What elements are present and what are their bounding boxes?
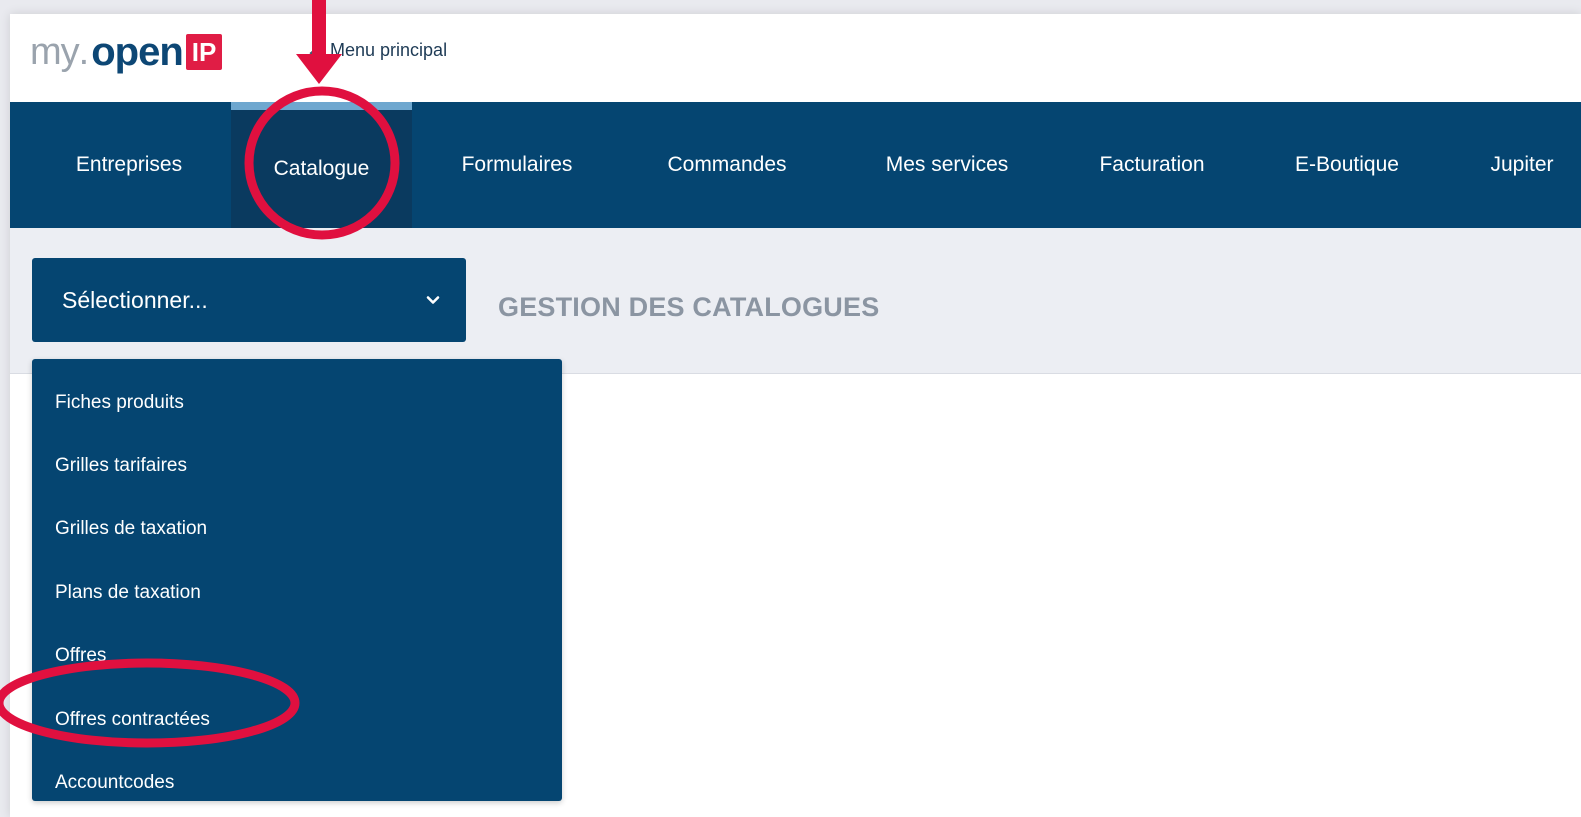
nav-tab-jupiter[interactable]: Jupiter [1452,102,1581,228]
nav-tab-commandes[interactable]: Commandes [622,102,832,228]
menu-item-accountcodes[interactable]: Accountcodes [32,751,562,814]
main-nav: Entreprises Catalogue Formulaires Comman… [10,102,1581,228]
logo-open-text: open [91,29,184,74]
app-window: my. open IP ← Menu principal Entreprises C… [10,14,1581,817]
nav-tab-entreprises[interactable]: Entreprises [28,102,230,228]
catalogue-dropdown-menu: Fiches produits Grilles tarifaires Grill… [32,359,562,801]
menu-item-plans-de-taxation[interactable]: Plans de taxation [32,561,562,624]
nav-tab-formulaires[interactable]: Formulaires [412,102,622,228]
main-menu-label: Menu principal [330,39,448,60]
menu-item-grilles-de-taxation[interactable]: Grilles de taxation [32,498,562,561]
nav-tab-catalogue[interactable]: Catalogue [231,102,412,228]
chevron-down-icon [426,296,440,304]
nav-tab-mes-services[interactable]: Mes services [832,102,1062,228]
nav-tab-e-boutique[interactable]: E-Boutique [1242,102,1452,228]
catalogue-select[interactable]: Sélectionner... [32,258,466,342]
menu-item-fiches-produits[interactable]: Fiches produits [32,371,562,434]
menu-item-offres[interactable]: Offres [32,625,562,688]
myopenip-logo[interactable]: my. open IP [30,29,223,74]
logo-dot-text: . [78,30,90,73]
page-title: GESTION DES CATALOGUES [498,292,880,322]
logo-my-text: my [30,30,80,73]
top-bar: my. open IP ← Menu principal [10,14,1581,102]
content-header: Sélectionner... GESTION DES CATALOGUES [10,228,1581,374]
menu-item-grilles-tarifaires[interactable]: Grilles tarifaires [32,434,562,497]
nav-tab-facturation[interactable]: Facturation [1062,102,1242,228]
main-menu-link[interactable]: ← Menu principal [306,38,447,62]
logo-ip-badge: IP [185,34,223,70]
arrow-left-icon: ← [306,39,324,60]
menu-item-offres-contractees[interactable]: Offres contractées [32,688,562,751]
catalogue-select-value: Sélectionner... [62,286,208,313]
